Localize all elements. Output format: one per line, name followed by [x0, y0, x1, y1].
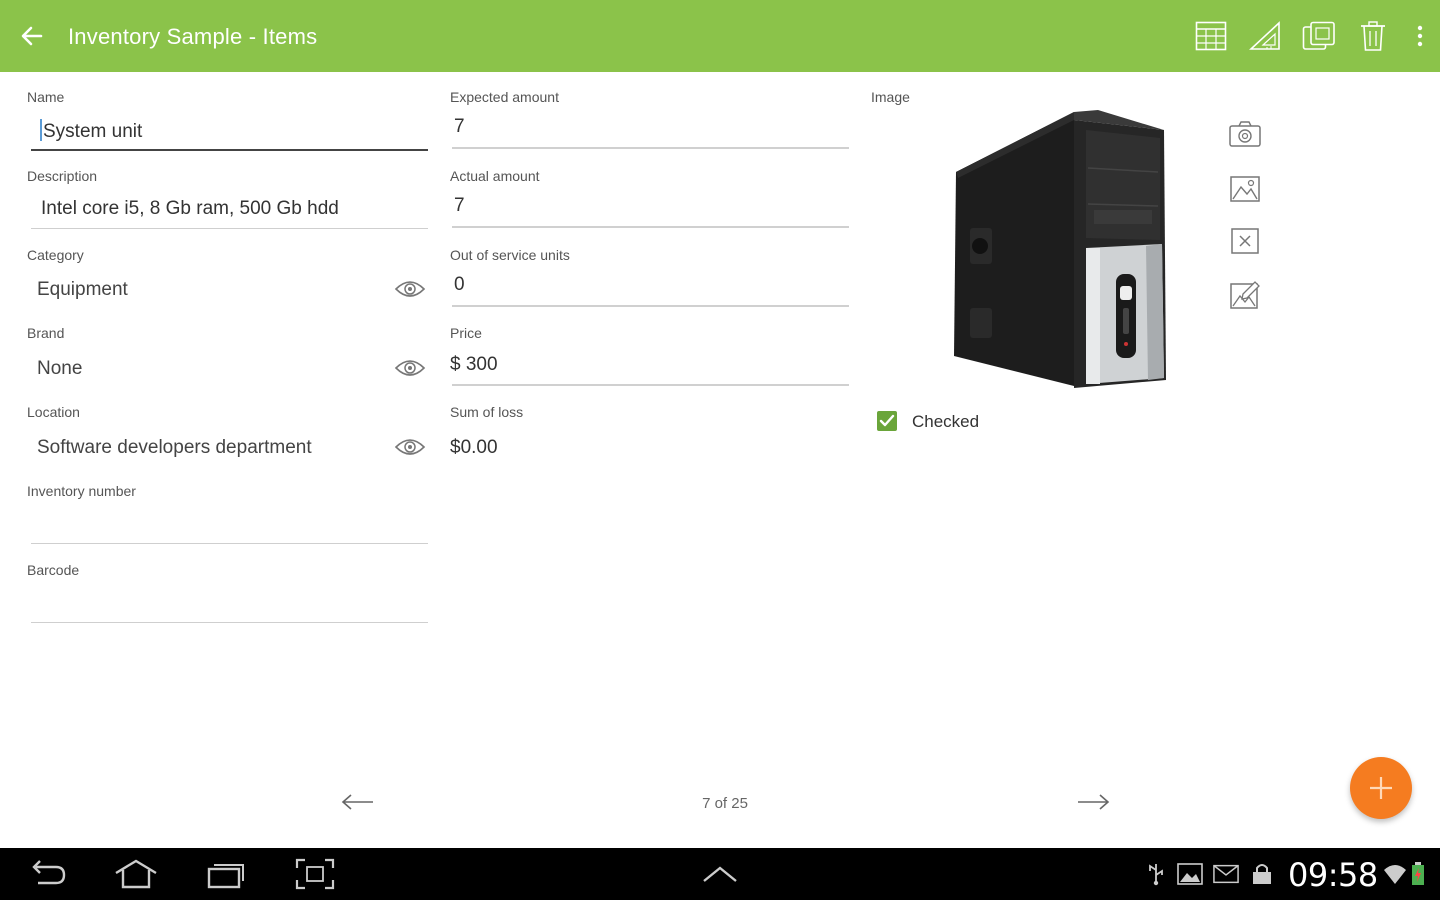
- home-icon: [115, 859, 157, 889]
- system-back-button[interactable]: [20, 856, 76, 892]
- screenshot-button[interactable]: [287, 856, 343, 892]
- status-clock: 09:58: [1288, 856, 1378, 894]
- actual-amount-input[interactable]: 7: [454, 195, 465, 217]
- screenshot-icon: [295, 858, 335, 890]
- category-value[interactable]: Equipment: [37, 279, 128, 301]
- actual-amount-label: Actual amount: [450, 168, 540, 184]
- expected-amount-label: Expected amount: [450, 89, 559, 105]
- description-label: Description: [27, 168, 98, 184]
- page-title: Inventory Sample - Items: [68, 24, 318, 49]
- system-navigation-bar: [0, 848, 1440, 900]
- measure-button[interactable]: [1238, 9, 1292, 63]
- remove-image-icon: [1231, 228, 1259, 254]
- out-of-service-underline: [452, 305, 849, 307]
- location-label: Location: [27, 404, 80, 420]
- checkmark-icon: [879, 414, 895, 427]
- arrow-left-icon: [341, 794, 373, 810]
- out-of-service-input[interactable]: 0: [454, 274, 465, 296]
- location-value[interactable]: Software developers department: [37, 437, 312, 459]
- take-photo-button[interactable]: [1226, 115, 1264, 153]
- name-value: System unit: [43, 121, 143, 142]
- ruler-triangle-icon: [1249, 21, 1280, 50]
- table-icon: [1195, 21, 1227, 51]
- action-bar-icons: [1184, 0, 1440, 72]
- out-of-service-label: Out of service units: [450, 247, 570, 263]
- barcode-underline: [31, 622, 428, 623]
- edit-image-icon: [1230, 281, 1260, 309]
- actual-amount-underline: [452, 226, 849, 228]
- plus-icon: [1370, 777, 1392, 799]
- description-underline: [31, 228, 428, 229]
- battery-icon: [1408, 862, 1428, 886]
- sum-of-loss-value: $0.00: [450, 437, 498, 458]
- category-eye-icon[interactable]: [394, 277, 426, 301]
- back-button[interactable]: [14, 18, 50, 54]
- arrow-right-icon: [1078, 794, 1110, 810]
- duplicate-button[interactable]: [1292, 9, 1346, 63]
- edit-image-button[interactable]: [1226, 276, 1264, 314]
- add-item-button[interactable]: [1350, 757, 1412, 819]
- system-back-icon: [32, 860, 66, 885]
- brand-eye-icon[interactable]: [394, 356, 426, 380]
- chevron-up-icon: [703, 866, 737, 882]
- image-notification-icon: [1177, 862, 1203, 886]
- name-label: Name: [27, 89, 65, 105]
- system-recents-button[interactable]: [198, 856, 254, 892]
- brand-value[interactable]: None: [37, 358, 82, 380]
- table-view-button[interactable]: [1184, 9, 1238, 63]
- name-input[interactable]: System unit: [40, 119, 142, 143]
- checked-label[interactable]: Checked: [912, 412, 979, 432]
- description-input[interactable]: Intel core i5, 8 Gb ram, 500 Gb hdd: [41, 198, 339, 220]
- wifi-icon: [1382, 862, 1408, 886]
- expected-amount-input[interactable]: 7: [454, 116, 465, 138]
- copy-icon: [1302, 21, 1335, 50]
- gallery-icon: [1230, 176, 1260, 202]
- price-label: Price: [450, 325, 482, 341]
- price-underline: [452, 384, 849, 386]
- inventory-number-label: Inventory number: [27, 483, 136, 499]
- sum-of-loss-label: Sum of loss: [450, 404, 524, 420]
- pager-position: 7 of 25: [702, 795, 748, 812]
- delete-button[interactable]: [1346, 9, 1400, 63]
- expected-amount-underline: [452, 147, 849, 149]
- app-update-icon: [1249, 862, 1275, 886]
- overflow-menu-icon: [1417, 25, 1423, 47]
- barcode-label: Barcode: [27, 562, 80, 578]
- previous-item-button[interactable]: [338, 788, 378, 816]
- camera-icon: [1229, 121, 1261, 147]
- mail-icon: [1213, 862, 1239, 886]
- overflow-menu-button[interactable]: [1400, 9, 1440, 63]
- category-label: Category: [27, 247, 84, 263]
- price-input[interactable]: $ 300: [450, 354, 498, 376]
- image-label: Image: [871, 89, 910, 105]
- usb-icon: [1143, 862, 1169, 886]
- next-item-button[interactable]: [1073, 788, 1113, 816]
- text-cursor: [40, 119, 42, 141]
- choose-image-button[interactable]: [1226, 170, 1264, 208]
- trash-icon: [1361, 21, 1385, 51]
- remove-image-button[interactable]: [1226, 222, 1264, 260]
- name-underline: [31, 149, 428, 151]
- location-eye-icon[interactable]: [394, 435, 426, 459]
- back-arrow-icon: [21, 26, 43, 46]
- checked-checkbox[interactable]: [877, 411, 897, 431]
- recent-apps-icon: [207, 864, 244, 889]
- system-menu-up-button[interactable]: [692, 856, 748, 892]
- action-bar: Inventory Sample - Items: [0, 0, 1440, 72]
- system-home-button[interactable]: [108, 856, 164, 892]
- inventory-number-underline: [31, 543, 428, 544]
- item-image[interactable]: [950, 108, 1172, 392]
- brand-label: Brand: [27, 325, 65, 341]
